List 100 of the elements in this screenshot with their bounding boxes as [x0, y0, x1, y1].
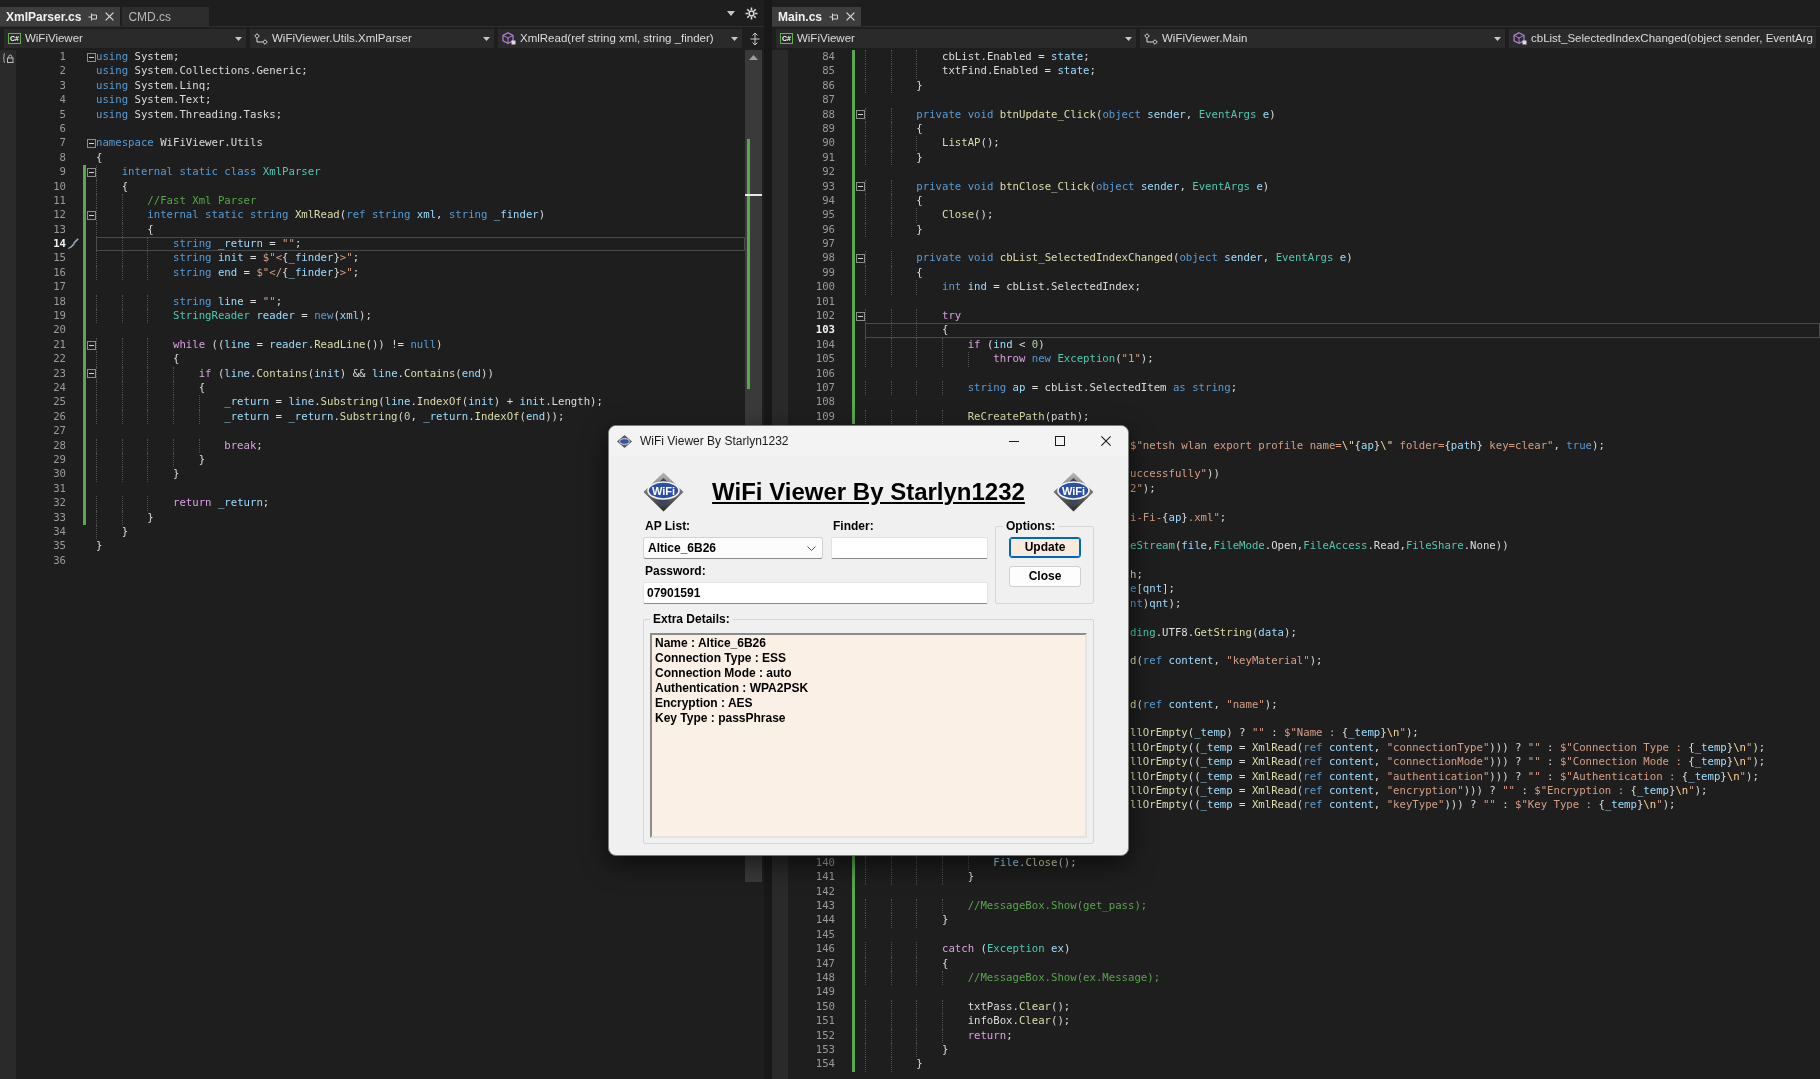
wifi-logo: WiFi [643, 472, 684, 512]
line-number: 32 [53, 496, 66, 511]
code-line: uccessfully")) [1130, 467, 1220, 482]
line-number: 147 [815, 956, 835, 971]
code-line: 2"); [1130, 481, 1156, 497]
line-number: 18 [53, 294, 66, 310]
field-label: AP List: [644, 520, 691, 533]
line-number: 91 [822, 150, 835, 166]
line-number: 93 [822, 179, 835, 194]
line-number: 14 [53, 237, 66, 252]
field-label: Finder: [832, 520, 874, 533]
code-line: d(ref content, "keyMaterial"); [1130, 654, 1323, 669]
code-line: } [96, 539, 103, 554]
code-line: h; [1130, 568, 1143, 583]
line-number: 28 [53, 438, 66, 453]
code-line: using System.Collections.Generic; [96, 64, 308, 79]
line-number: 10 [53, 179, 66, 194]
code-line: llOrEmpty(_temp) ? "" : $"Name : {_temp}\n"); [1130, 726, 1419, 741]
code-line: StringReader reader = new(xml); [172, 309, 372, 324]
code-line: //Fast Xml Parser [147, 193, 257, 209]
line-number: 15 [53, 251, 66, 266]
code-line: } [147, 510, 154, 525]
code-line: private void cbList_SelectedIndexChanged(object sender, EventArgs e) [916, 251, 1353, 266]
code-line: } [121, 524, 129, 540]
code-line: if (line.Contains(init) && line.Contains(end)) [198, 366, 494, 381]
line-number: 140 [815, 855, 835, 871]
code-line: private void btnClose_Click(object sender, EventArgs e) [916, 179, 1270, 194]
line-number: 33 [53, 510, 66, 525]
line-number: 101 [815, 294, 835, 310]
line-number: 145 [815, 927, 835, 943]
line-number: 143 [815, 899, 835, 914]
line-number: 29 [53, 452, 66, 468]
line-number: 153 [815, 1042, 835, 1058]
code-line: e[qnt]; [1130, 582, 1175, 597]
code-line: } [941, 1042, 949, 1058]
line-number: 102 [815, 309, 835, 324]
line-number: 31 [53, 481, 66, 497]
line-number: 95 [822, 208, 835, 223]
code-line: { [941, 323, 949, 338]
line-number: 22 [53, 352, 66, 367]
line-number: 94 [822, 193, 835, 209]
line-number: 144 [815, 913, 835, 928]
code-line: while ((line = reader.ReadLine()) != null) [172, 337, 443, 353]
code-line: { [916, 193, 923, 209]
code-line: llOrEmpty((_temp = XmlRead(ref content, "connectionMode"))) ? "" : $"Connection Mode : {_temp}\n"); [1130, 755, 1766, 770]
line-number: 1 [59, 50, 66, 65]
code-line: catch (Exception ex) [941, 942, 1071, 957]
code-line: ding.UTF8.GetString(data); [1130, 625, 1297, 641]
code-line: txtFind.Enabled = state; [941, 64, 1096, 79]
code-line: cbList.Enabled = state; [941, 50, 1090, 65]
code-line: return; [967, 1028, 1013, 1043]
line-number: 107 [815, 381, 835, 396]
line-number: 148 [815, 971, 835, 986]
line-number: 13 [53, 222, 66, 238]
code-line: internal static class XmlParser [121, 165, 321, 180]
code-line: { [941, 956, 949, 971]
line-number: 88 [822, 107, 835, 122]
line-number: 20 [53, 323, 66, 338]
line-number: 8 [59, 150, 66, 166]
line-number: 97 [822, 237, 835, 252]
code-line: } [916, 78, 923, 94]
code-line: string _return = ""; [172, 237, 302, 252]
line-number: 99 [822, 265, 835, 281]
code-line: nt)qnt); [1130, 596, 1182, 612]
code-line: using System; [96, 50, 180, 65]
wifi-logo: WiFi [1053, 472, 1094, 512]
line-number: 25 [53, 395, 66, 410]
line-number: 96 [822, 222, 835, 238]
line-number: 6 [59, 121, 66, 137]
code-line: string line = ""; [172, 294, 283, 310]
code-line: using System.Threading.Tasks; [96, 107, 283, 122]
line-number: 92 [822, 165, 835, 180]
code-line: } [916, 222, 923, 238]
code-line: } [941, 913, 949, 928]
code-line: { [172, 352, 180, 367]
code-line: llOrEmpty((_temp = XmlRead(ref content, "encryption"))) ? "" : $"Encryption : {_temp}\n"); [1130, 783, 1708, 799]
code-line: { [198, 381, 206, 396]
line-number: 5 [59, 107, 66, 122]
line-number: 17 [53, 280, 66, 295]
line-number: 19 [53, 309, 66, 324]
line-number: 7 [59, 136, 66, 151]
group-label: Options: [1005, 520, 1057, 532]
line-number: 89 [822, 121, 835, 137]
code-line: llOrEmpty((_temp = XmlRead(ref content, "connectionType"))) ? "" : $"Connection Type : {_temp}\n"); [1130, 740, 1766, 756]
line-number: 150 [815, 999, 835, 1015]
line-number: 16 [53, 265, 66, 281]
code-line: } [916, 150, 923, 166]
line-number: 30 [53, 467, 66, 482]
code-line: ListAP(); [941, 136, 1000, 151]
code-line: _return = line.Substring(line.IndexOf(init) + init.Length); [224, 395, 603, 410]
line-number: 23 [53, 366, 66, 381]
code-line: txtPass.Clear(); [967, 999, 1071, 1015]
code-line: using System.Text; [96, 93, 212, 108]
line-number: 142 [815, 884, 835, 900]
line-number: 35 [53, 539, 66, 554]
code-line: } [916, 1057, 923, 1072]
code-line: } [967, 870, 975, 885]
code-line: ReCreatePath(path); [967, 409, 1090, 425]
line-number: 36 [53, 553, 66, 569]
group-label: Extra Details: [652, 613, 731, 625]
